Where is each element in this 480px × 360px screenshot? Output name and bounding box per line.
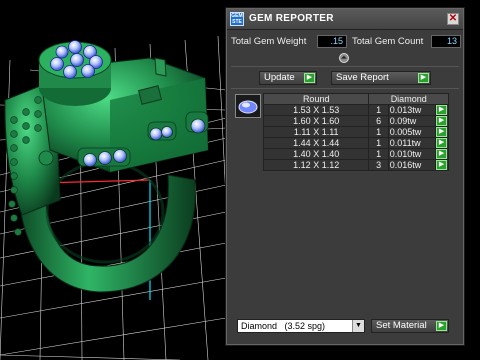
gem-table: Round Diamond 1.53 X 1.53 1 0.013tw ▶ 1.… (262, 93, 449, 171)
gem-weight: 0.011tw (387, 137, 437, 149)
round-gem-icon[interactable] (235, 94, 261, 118)
gem-size: 1.53 X 1.53 (262, 104, 370, 116)
ring-model (4, 40, 209, 293)
material-selected-value: Diamond (3.52 spg) (241, 321, 326, 331)
gem-count: 1 (368, 148, 389, 160)
gem-size: 1.60 X 1.60 (262, 115, 370, 127)
save-report-button[interactable]: Save Report ▶ (331, 71, 431, 85)
table-row: 1.40 X 1.40 1 0.010tw ▶ (262, 148, 449, 160)
total-weight-value: .15 (317, 35, 347, 48)
title-bar[interactable]: GEM STE GEM REPORTER ✕ (227, 9, 463, 30)
gem-weight: 0.013tw (387, 104, 437, 116)
gem-size: 1.12 X 1.12 (262, 159, 370, 171)
table-row: 1.12 X 1.12 3 0.016tw ▶ (262, 159, 449, 171)
table-row: 1.60 X 1.60 6 0.09tw ▶ (262, 115, 449, 127)
update-button[interactable]: Update ▶ (259, 71, 317, 85)
gem-size: 1.40 X 1.40 (262, 148, 370, 160)
collapse-toggle-icon[interactable]: ⏶ (339, 53, 349, 63)
go-arrow-icon: ▶ (304, 73, 315, 83)
row-select-button[interactable]: ▶ (436, 116, 448, 126)
set-material-label: Set Material (376, 320, 427, 331)
column-header-material: Diamond (368, 93, 449, 105)
go-arrow-icon: ▶ (436, 321, 447, 331)
chevron-down-icon[interactable]: ▼ (352, 320, 364, 332)
column-header-shape: Round (262, 93, 370, 105)
gem-weight: 0.005tw (387, 126, 437, 138)
material-select[interactable]: Diamond (3.52 spg) ▼ (237, 319, 365, 333)
set-material-button[interactable]: Set Material ▶ (371, 319, 449, 333)
close-button[interactable]: ✕ (447, 13, 459, 25)
window-title: GEM REPORTER (249, 13, 334, 24)
gem-weight: 0.09tw (387, 115, 437, 127)
gem-reporter-panel: GEM STE GEM REPORTER ✕ Total Gem Weight .… (226, 8, 464, 345)
table-row: 1.11 X 1.11 1 0.005tw ▶ (262, 126, 449, 138)
total-count-value: 13 (431, 35, 461, 48)
gem-count: 1 (368, 137, 389, 149)
app-logo-icon: GEM STE (230, 12, 244, 26)
gem-count: 1 (368, 104, 389, 116)
table-row: 1.53 X 1.53 1 0.013tw ▶ (262, 104, 449, 116)
total-weight-label: Total Gem Weight (231, 36, 307, 47)
row-select-button[interactable]: ▶ (436, 105, 448, 115)
row-select-button[interactable]: ▶ (436, 160, 448, 170)
row-select-button[interactable]: ▶ (436, 127, 448, 137)
total-count-label: Total Gem Count (352, 36, 424, 47)
update-label: Update (264, 72, 295, 83)
gem-count: 1 (368, 126, 389, 138)
go-arrow-icon: ▶ (418, 73, 429, 83)
gem-count: 3 (368, 159, 389, 171)
gem-size: 1.44 X 1.44 (262, 137, 370, 149)
divider (231, 66, 459, 67)
divider (231, 88, 459, 89)
gem-size: 1.11 X 1.11 (262, 126, 370, 138)
gem-count: 6 (368, 115, 389, 127)
row-select-button[interactable]: ▶ (436, 149, 448, 159)
gem-weight: 0.016tw (387, 159, 437, 171)
row-select-button[interactable]: ▶ (436, 138, 448, 148)
table-row: 1.44 X 1.44 1 0.011tw ▶ (262, 137, 449, 149)
gem-weight: 0.010tw (387, 148, 437, 160)
save-report-label: Save Report (336, 72, 389, 83)
totals-row: Total Gem Weight .15 Total Gem Count 13 (231, 35, 461, 49)
